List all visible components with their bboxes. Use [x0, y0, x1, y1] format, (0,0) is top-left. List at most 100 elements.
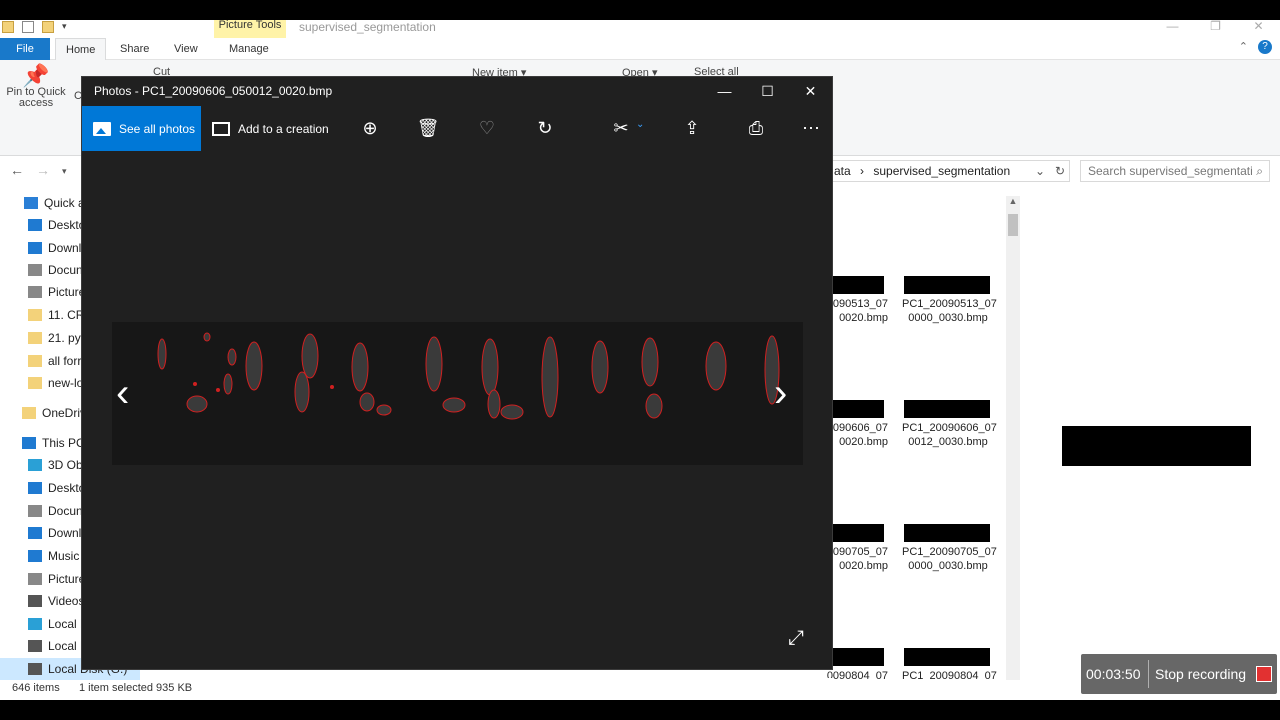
tab-home[interactable]: Home — [55, 38, 107, 60]
pictures-icon — [28, 573, 42, 585]
sidebar-item-label: all forr — [48, 354, 82, 368]
tab-view[interactable]: View — [164, 38, 208, 60]
fullscreen-icon[interactable]: ⤢ — [788, 627, 804, 650]
document-icon — [28, 505, 42, 517]
stop-recording-button[interactable]: Stop recording — [1155, 666, 1246, 682]
tab-manage[interactable]: Manage — [219, 38, 279, 60]
sidebar-item[interactable]: Deskto — [28, 477, 85, 499]
disk-icon — [28, 618, 42, 630]
previous-photo-arrow-icon[interactable]: ‹ — [116, 371, 129, 416]
help-icon[interactable]: ? — [1258, 40, 1272, 54]
forward-arrow-icon[interactable]: → — [36, 162, 50, 178]
sidebar-item-label: 21. pyt — [48, 331, 85, 345]
disk-icon — [28, 640, 42, 652]
sidebar-item[interactable]: new-lo — [28, 372, 83, 394]
add-to-creation-button[interactable]: Add to a creation — [212, 106, 329, 151]
file-thumbnail[interactable] — [904, 276, 990, 294]
sidebar-item-label: Picture — [48, 572, 86, 586]
breadcrumb-current[interactable]: supervised_segmentation — [873, 164, 1010, 178]
breadcrumb-parent[interactable]: ata — [834, 164, 851, 178]
new-folder-icon[interactable] — [42, 21, 54, 33]
sidebar-item[interactable]: Deskto — [28, 214, 85, 236]
sidebar-item[interactable]: This PC — [22, 432, 85, 454]
breadcrumb-separator: › — [860, 164, 865, 178]
edit-dropdown-icon[interactable]: ⌄ — [636, 119, 644, 130]
ribbon-right-controls: ⌃ ? — [1239, 40, 1272, 54]
file-thumbnail[interactable] — [832, 524, 884, 542]
delete-icon[interactable]: 🗑 — [408, 106, 448, 151]
recent-locations-icon[interactable]: ▾ — [62, 166, 67, 177]
sidebar-item[interactable]: Downl — [28, 237, 81, 259]
preview-pane-image — [1062, 426, 1251, 466]
see-all-photos-button[interactable]: See all photos — [82, 106, 201, 151]
sidebar-item[interactable]: Local D — [28, 635, 89, 657]
sidebar-item[interactable]: Docun — [28, 259, 83, 281]
pin-icon: 📌 — [22, 63, 50, 88]
favorite-icon[interactable]: ♡ — [467, 106, 507, 151]
minimize-icon[interactable]: — — [1151, 20, 1194, 40]
customize-arrow-icon[interactable]: ▾ — [62, 21, 67, 33]
sidebar-item-label: Docun — [48, 263, 83, 277]
sidebar-item[interactable]: Picture — [28, 281, 85, 303]
file-thumbnail[interactable] — [904, 400, 990, 418]
sidebar-item-label: Picture — [48, 285, 86, 299]
properties-icon[interactable] — [22, 21, 34, 33]
file-thumbnail[interactable] — [904, 524, 990, 542]
search-input[interactable]: Search supervised_segmentati ⌕ — [1080, 160, 1270, 182]
file-thumbnail[interactable] — [832, 400, 884, 418]
sidebar-item[interactable]: Docun — [28, 500, 83, 522]
folder-icon[interactable] — [2, 21, 14, 33]
next-photo-arrow-icon[interactable]: › — [774, 371, 787, 416]
stop-recording-icon[interactable] — [1256, 666, 1272, 682]
zoom-icon[interactable]: ⊕ — [350, 106, 390, 151]
pin-to-quick-access-button[interactable]: 📌 Pin to Quick access — [4, 63, 68, 109]
sidebar-item[interactable]: 11. CR — [28, 304, 84, 326]
item-count: 646 items — [12, 682, 60, 694]
maximize-icon[interactable]: ☐ — [746, 77, 789, 106]
vertical-scrollbar[interactable]: ▲ ▼ — [1006, 196, 1020, 698]
file-name[interactable]: PC1_20090705_07 0000_0030.bmp — [902, 545, 997, 573]
close-icon[interactable]: ✕ — [1237, 20, 1280, 40]
photos-window-controls: — ☐ ✕ — [703, 77, 832, 106]
back-arrow-icon[interactable]: ← — [10, 162, 24, 178]
desktop-icon — [28, 219, 42, 231]
sidebar-item[interactable]: 3D Obj — [28, 454, 85, 476]
share-icon[interactable]: ⇪ — [672, 106, 712, 151]
screen-recorder-widget: 00:03:50 Stop recording — [1081, 654, 1277, 694]
sidebar-item[interactable]: 21. pyt — [28, 327, 84, 349]
sidebar-item[interactable]: Picture — [28, 568, 85, 590]
sidebar-item[interactable]: Local D — [28, 613, 89, 635]
explorer-window-title: supervised_segmentation — [299, 20, 436, 34]
file-name[interactable]: PC1_20090606_07 0012_0030.bmp — [902, 421, 997, 449]
address-bar[interactable]: ata › supervised_segmentation ⌄ ↻ — [832, 160, 1070, 182]
sidebar-item[interactable]: Music — [28, 545, 79, 567]
file-name[interactable]: PC1_20090513_07 0000_0030.bmp — [902, 297, 997, 325]
collapse-ribbon-icon[interactable]: ⌃ — [1239, 40, 1248, 54]
sidebar-item[interactable]: Downl — [28, 522, 81, 544]
file-thumbnail[interactable] — [832, 648, 884, 666]
sidebar-item[interactable]: all forr — [28, 350, 81, 372]
file-thumbnail[interactable] — [904, 648, 990, 666]
selection-info: 1 item selected 935 KB — [79, 682, 193, 694]
computer-icon — [22, 437, 36, 449]
folder-icon — [28, 377, 42, 389]
photos-app-window: Photos - PC1_20090606_050012_0020.bmp — … — [81, 76, 833, 670]
more-options-icon[interactable]: ⋯ — [791, 106, 831, 151]
scroll-thumb[interactable] — [1008, 214, 1018, 236]
scroll-up-icon[interactable]: ▲ — [1006, 196, 1020, 206]
restore-icon[interactable]: ❐ — [1194, 20, 1237, 40]
print-icon[interactable]: ⎙ — [736, 106, 776, 151]
file-thumbnail[interactable] — [832, 276, 884, 294]
disk-icon — [28, 663, 42, 675]
refresh-icon[interactable]: ↻ — [1055, 161, 1065, 181]
close-icon[interactable]: ✕ — [789, 77, 832, 106]
photos-toolbar: See all photos Add to a creation ⊕ 🗑 ♡ ↻… — [82, 106, 832, 151]
tab-file[interactable]: File — [0, 38, 50, 60]
rotate-icon[interactable]: ↻ — [525, 106, 565, 151]
edit-create-icon[interactable]: ✂ — [601, 106, 641, 151]
address-dropdown-icon[interactable]: ⌄ — [1035, 161, 1045, 181]
sidebar-item-label: Downl — [48, 241, 82, 255]
sidebar-item[interactable]: Videos — [28, 590, 84, 612]
tab-share[interactable]: Share — [110, 38, 159, 60]
minimize-icon[interactable]: — — [703, 77, 746, 106]
